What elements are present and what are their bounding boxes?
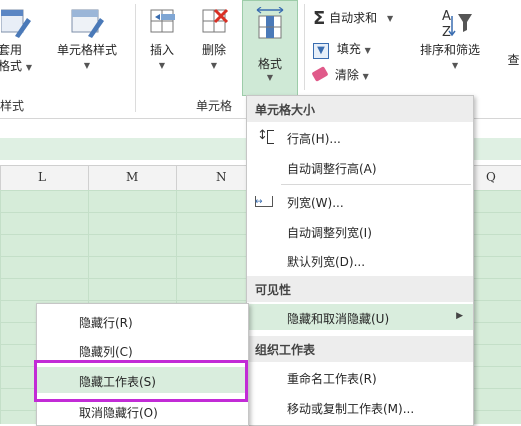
- menu-section-cell-size: 单元格大小: [247, 96, 473, 122]
- menu-item-column-width[interactable]: ↔ 列宽(W)...: [247, 188, 473, 214]
- fill-label: 填充: [336, 42, 361, 56]
- autosum-label: 自动求和: [329, 11, 378, 25]
- find-select-button[interactable]: 查: [506, 52, 521, 68]
- insert-button[interactable]: 插入 ▼: [142, 6, 182, 74]
- column-header-n[interactable]: N: [216, 170, 227, 184]
- column-header-l[interactable]: L: [38, 170, 46, 184]
- insert-label: 插入: [149, 43, 174, 57]
- clear-label: 清除: [334, 68, 359, 82]
- clear-dropdown-icon: ▼: [362, 72, 369, 81]
- cell-styles-label: 单元格样式: [56, 43, 117, 57]
- menu-item-row-height[interactable]: ↕ 行高(H)...: [247, 124, 473, 150]
- format-label: 格式: [257, 57, 282, 71]
- sort-filter-icon: A Z: [442, 9, 472, 40]
- annotation-highlight-box: [34, 360, 248, 402]
- submenu-item-hide-rows[interactable]: 隐藏行(R): [37, 308, 248, 334]
- format-dropdown-icon: ▼: [266, 73, 274, 82]
- sum-icon: Σ: [313, 8, 326, 29]
- menu-section-organize-sheets: 组织工作表: [247, 336, 473, 362]
- insert-dropdown-icon: ▼: [158, 61, 166, 70]
- delete-label: 删除: [201, 43, 226, 57]
- menu-item-rename-sheet[interactable]: 重命名工作表(R): [247, 364, 473, 390]
- column-header-q[interactable]: Q: [486, 170, 496, 184]
- menu-item-move-copy-sheet[interactable]: 移动或复制工作表(M)...: [247, 394, 473, 420]
- menu-item-autofit-column-width[interactable]: 自动调整列宽(I): [247, 218, 473, 244]
- eraser-icon: [311, 66, 329, 82]
- svg-text:A: A: [442, 9, 451, 24]
- menu-divider: [281, 184, 471, 185]
- submenu-arrow-icon: ▶: [456, 311, 463, 321]
- column-separator: [88, 166, 89, 190]
- find-label: 查: [507, 53, 520, 67]
- format-as-table-label-1: 套用: [0, 43, 23, 57]
- ribbon-separator: [135, 4, 136, 112]
- format-as-table-label-2: 格式 ▼: [0, 59, 32, 73]
- delete-button[interactable]: 删除 ▼: [194, 6, 234, 74]
- clear-button[interactable]: 清除 ▼: [311, 66, 369, 83]
- delete-dropdown-icon: ▼: [210, 61, 218, 70]
- ribbon-separator: [304, 4, 305, 90]
- menu-item-default-width[interactable]: 默认列宽(D)...: [247, 247, 473, 273]
- sort-filter-button[interactable]: A Z 排序和筛选 ▼: [420, 6, 504, 74]
- format-menu: 单元格大小 ↕ 行高(H)... 自动调整行高(A) ↔ 列宽(W)... 自动…: [246, 95, 474, 426]
- cells-group-label: 单元格: [196, 99, 233, 113]
- insert-cells-icon: [150, 9, 175, 33]
- menu-section-visibility: 可见性: [247, 276, 473, 302]
- cell-styles-icon: [71, 9, 104, 38]
- autosum-button[interactable]: Σ 自动求和 ▼: [313, 8, 393, 29]
- format-as-table-button[interactable]: 套用 格式 ▼: [0, 6, 34, 76]
- format-button[interactable]: 格式 ▼: [242, 0, 298, 96]
- column-separator: [176, 166, 177, 190]
- menu-item-autofit-row-height[interactable]: 自动调整行高(A): [247, 154, 473, 180]
- column-width-arrow-icon: ↔: [255, 197, 263, 207]
- fill-dropdown-icon: ▼: [364, 46, 371, 55]
- column-separator: [0, 166, 1, 190]
- delete-cells-icon: [202, 8, 229, 33]
- fill-button[interactable]: ▼ 填充 ▼: [313, 40, 371, 59]
- styles-group-label: 样式: [0, 99, 25, 113]
- autosum-dropdown-icon: ▼: [386, 14, 394, 23]
- menu-item-hide-unhide[interactable]: 隐藏和取消隐藏(U) ▶: [247, 304, 473, 330]
- cell-styles-button[interactable]: 单元格样式 ▼: [48, 6, 126, 74]
- table-format-icon: [1, 9, 31, 38]
- cell-styles-dropdown-icon: ▼: [83, 61, 91, 70]
- sort-filter-label: 排序和筛选: [420, 43, 481, 57]
- sort-filter-dropdown-icon: ▼: [452, 61, 459, 70]
- column-header-m[interactable]: M: [126, 170, 138, 184]
- fill-down-icon: ▼: [313, 43, 329, 59]
- row-height-icon-bar: [267, 130, 274, 144]
- format-cells-icon: [256, 7, 284, 39]
